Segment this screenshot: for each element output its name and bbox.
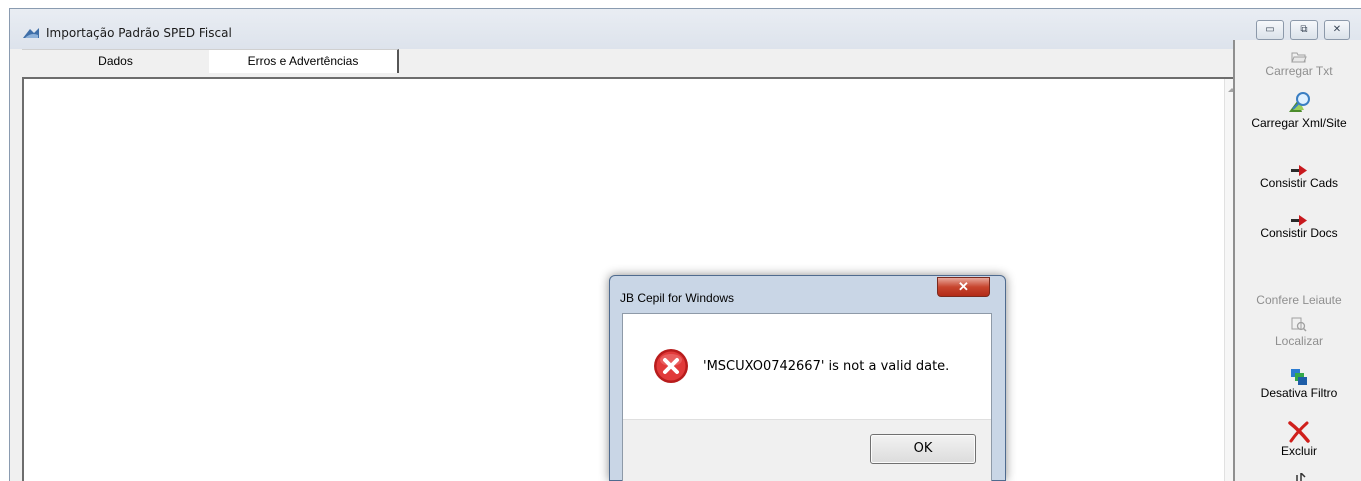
minimize-button[interactable]: ▭	[1256, 20, 1284, 40]
localizar-label: Localizar	[1274, 334, 1324, 348]
consistir-docs-label: Consistir Docs	[1260, 226, 1338, 240]
confere-leiaute-label: Confere Leiaute	[1256, 293, 1342, 307]
title-bar: Importação Padrão SPED Fiscal ▭ ⧉ ✕	[10, 9, 1361, 49]
delete-x-icon	[1288, 421, 1310, 443]
confere-leiaute-button[interactable]: Confere Leiaute	[1235, 293, 1361, 307]
filter-icon	[1291, 369, 1307, 385]
window-title: Importação Padrão SPED Fiscal	[46, 26, 232, 40]
red-arrow-icon	[1291, 165, 1307, 176]
dialog-body: 'MSCUXO0742667' is not a valid date. OK	[622, 313, 992, 481]
error-icon	[654, 349, 688, 383]
consistir-docs-button[interactable]: Consistir Docs	[1235, 214, 1361, 240]
excluir-label: Excluir	[1280, 444, 1317, 458]
maximize-button[interactable]: ⧉	[1290, 20, 1318, 40]
dialog-title: JB Cepil for Windows	[620, 291, 735, 305]
more-icon	[1296, 473, 1306, 481]
tab-strip: Dados Erros e Advertências	[22, 49, 1244, 73]
dialog-footer: OK	[623, 419, 991, 481]
tab-erros-advertencias[interactable]: Erros e Advertências	[209, 49, 399, 73]
excluir-button[interactable]: Excluir	[1235, 420, 1361, 458]
carregar-xml-label: Carregar Xml/Site	[1251, 116, 1347, 130]
consistir-cads-label: Consistir Cads	[1259, 176, 1339, 190]
close-window-button[interactable]: ✕	[1324, 20, 1350, 40]
carregar-txt-label: Carregar Txt	[1265, 64, 1333, 78]
side-toolbar: Carregar Txt Carregar Xml/Site Consistir…	[1233, 40, 1361, 481]
desativa-filtro-label: Desativa Filtro	[1260, 386, 1338, 400]
desativa-filtro-button[interactable]: Desativa Filtro	[1235, 368, 1361, 400]
dialog-close-button[interactable]: ✕	[937, 277, 990, 297]
carregar-txt-button[interactable]: Carregar Txt	[1235, 50, 1361, 78]
error-dialog: JB Cepil for Windows ✕ 'MSCUXO0742667' i…	[609, 275, 1006, 481]
find-icon	[1291, 317, 1307, 332]
folder-open-icon	[1291, 52, 1307, 63]
carregar-xml-button[interactable]: Carregar Xml/Site	[1235, 90, 1361, 130]
tab-dados[interactable]: Dados	[22, 49, 209, 73]
red-arrow-icon	[1291, 215, 1307, 226]
xml-search-icon	[1289, 92, 1310, 112]
app-icon	[23, 28, 39, 38]
localizar-button[interactable]: Localizar	[1235, 316, 1361, 348]
dialog-message: 'MSCUXO0742667' is not a valid date.	[703, 359, 950, 374]
ok-button[interactable]: OK	[870, 434, 976, 464]
consistir-cads-button[interactable]: Consistir Cads	[1235, 164, 1361, 190]
